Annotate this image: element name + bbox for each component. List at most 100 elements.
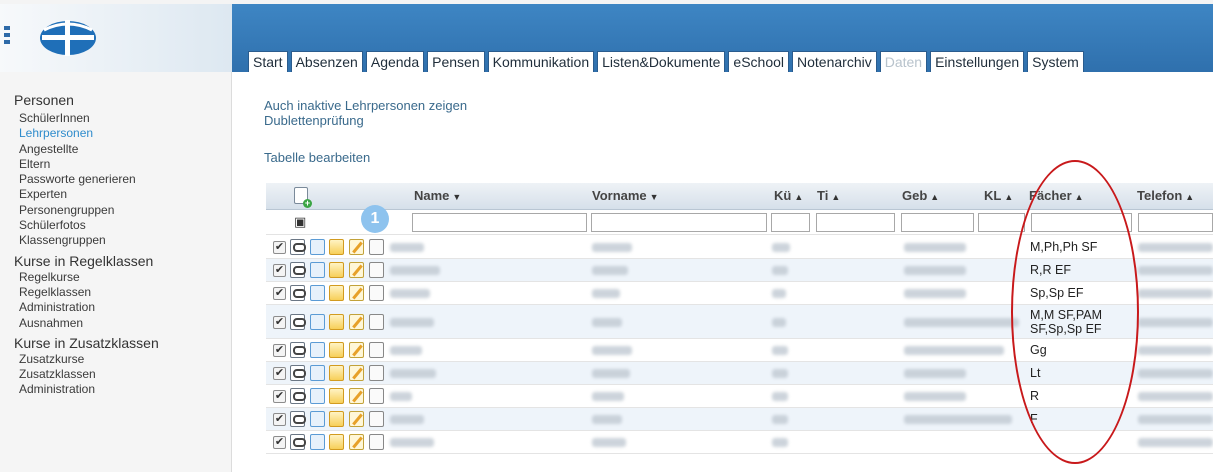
table-row[interactable]: ✔ Lt	[266, 362, 1213, 385]
col-header-geb[interactable]: Geb ▲	[902, 188, 939, 203]
sidebar-item-angestellte[interactable]: Angestellte	[0, 142, 231, 157]
table-row[interactable]: ✔ Gg	[266, 339, 1213, 362]
table-row[interactable]: ✔ R	[266, 385, 1213, 408]
document-icon[interactable]	[310, 285, 325, 301]
duplicate-check-link[interactable]: Dublettenprüfung	[264, 113, 467, 128]
folder-icon[interactable]	[329, 285, 344, 301]
document-icon[interactable]	[310, 239, 325, 255]
col-header-telefon[interactable]: Telefon ▲	[1137, 188, 1194, 203]
tab-start[interactable]: Start	[248, 51, 288, 72]
tab-agenda[interactable]: Agenda	[365, 51, 425, 72]
edit-icon[interactable]	[349, 388, 364, 404]
folder-icon[interactable]	[329, 388, 344, 404]
sidebar-item-zusatzklassen[interactable]: Zusatzklassen	[0, 367, 231, 382]
document-icon[interactable]	[310, 365, 325, 381]
tab-absenzen[interactable]: Absenzen	[290, 51, 363, 72]
edit-icon[interactable]	[349, 262, 364, 278]
row-checkbox[interactable]: ✔	[273, 344, 286, 357]
file-icon[interactable]	[369, 239, 384, 255]
tab-notenarchiv[interactable]: Notenarchiv	[792, 51, 877, 72]
file-icon[interactable]	[369, 365, 384, 381]
file-icon[interactable]	[369, 314, 384, 330]
tab-system[interactable]: System	[1027, 51, 1084, 72]
sidebar-item-schuelerinnen[interactable]: SchülerInnen	[0, 111, 231, 126]
file-icon[interactable]	[369, 342, 384, 358]
table-row[interactable]: ✔	[266, 431, 1213, 454]
document-icon[interactable]	[310, 411, 325, 427]
sidebar-item-administration-zusatz[interactable]: Administration	[0, 382, 231, 397]
col-header-name[interactable]: Name ▼	[414, 188, 461, 203]
row-checkbox[interactable]: ✔	[273, 413, 286, 426]
document-icon[interactable]	[310, 434, 325, 450]
col-header-ti[interactable]: Ti ▲	[817, 188, 840, 203]
link-icon[interactable]	[290, 411, 306, 427]
link-icon[interactable]	[290, 239, 306, 255]
edit-icon[interactable]	[349, 434, 364, 450]
link-icon[interactable]	[290, 285, 306, 301]
file-icon[interactable]	[369, 262, 384, 278]
filter-faecher[interactable]	[1031, 213, 1132, 232]
edit-icon[interactable]	[349, 239, 364, 255]
link-icon[interactable]	[290, 388, 306, 404]
sidebar-group-zusatzklassen[interactable]: Kurse in Zusatzklassen	[0, 334, 231, 352]
sidebar-group-personen[interactable]: Personen	[0, 91, 231, 109]
tab-eschool[interactable]: eSchool	[728, 51, 790, 72]
sidebar-item-regelklassen[interactable]: Regelklassen	[0, 285, 231, 300]
folder-icon[interactable]	[329, 314, 344, 330]
menu-icon[interactable]	[4, 26, 16, 46]
col-header-vorname[interactable]: Vorname ▼	[592, 188, 659, 203]
row-checkbox[interactable]: ✔	[273, 287, 286, 300]
edit-icon[interactable]	[349, 411, 364, 427]
table-row[interactable]: ✔ Sp,Sp EF	[266, 282, 1213, 305]
edit-icon[interactable]	[349, 365, 364, 381]
edit-icon[interactable]	[349, 314, 364, 330]
sidebar-item-regelkurse[interactable]: Regelkurse	[0, 270, 231, 285]
add-record-icon[interactable]	[294, 187, 312, 208]
tab-kommunikation[interactable]: Kommunikation	[487, 51, 595, 72]
folder-icon[interactable]	[329, 239, 344, 255]
folder-icon[interactable]	[329, 262, 344, 278]
show-inactive-link[interactable]: Auch inaktive Lehrpersonen zeigen	[264, 98, 467, 113]
link-icon[interactable]	[290, 342, 306, 358]
sidebar-item-lehrpersonen[interactable]: Lehrpersonen	[0, 126, 231, 141]
document-icon[interactable]	[310, 342, 325, 358]
table-row[interactable]: ✔ R,R EF	[266, 259, 1213, 282]
filter-telefon[interactable]	[1138, 213, 1213, 232]
filter-ti[interactable]	[816, 213, 895, 232]
filter-geb[interactable]	[901, 213, 974, 232]
row-checkbox[interactable]: ✔	[273, 264, 286, 277]
link-icon[interactable]	[290, 314, 306, 330]
row-checkbox[interactable]: ✔	[273, 390, 286, 403]
sidebar-item-administration[interactable]: Administration	[0, 300, 231, 315]
tab-pensen[interactable]: Pensen	[427, 51, 485, 72]
edit-icon[interactable]	[349, 285, 364, 301]
sidebar-item-passworte[interactable]: Passworte generieren	[0, 172, 231, 187]
filter-name[interactable]	[412, 213, 587, 232]
col-header-kl[interactable]: KL ▲	[984, 188, 1013, 203]
sidebar-item-schuelerfotos[interactable]: Schülerfotos	[0, 218, 231, 233]
document-icon[interactable]	[310, 262, 325, 278]
document-icon[interactable]	[310, 388, 325, 404]
col-header-ku[interactable]: Kü ▲	[774, 188, 803, 203]
edit-table-link[interactable]: Tabelle bearbeiten	[264, 150, 467, 165]
file-icon[interactable]	[369, 388, 384, 404]
row-checkbox[interactable]: ✔	[273, 241, 286, 254]
file-icon[interactable]	[369, 411, 384, 427]
folder-icon[interactable]	[329, 434, 344, 450]
sidebar-item-klassengruppen[interactable]: Klassengruppen	[0, 233, 231, 248]
col-header-faecher[interactable]: Fächer ▲	[1029, 188, 1084, 203]
link-icon[interactable]	[290, 434, 306, 450]
sidebar-item-ausnahmen[interactable]: Ausnahmen	[0, 316, 231, 331]
table-row[interactable]: ✔ M,M SF,PAM SF,Sp,Sp EF	[266, 305, 1213, 339]
tab-einstellungen[interactable]: Einstellungen	[930, 51, 1025, 72]
filter-ku[interactable]	[771, 213, 810, 232]
row-checkbox[interactable]: ✔	[273, 316, 286, 329]
row-checkbox[interactable]: ✔	[273, 367, 286, 380]
file-icon[interactable]	[369, 434, 384, 450]
row-checkbox[interactable]: ✔	[273, 436, 286, 449]
filter-kl[interactable]	[978, 213, 1025, 232]
edit-icon[interactable]	[349, 342, 364, 358]
sidebar-item-personengruppen[interactable]: Personengruppen	[0, 203, 231, 218]
sidebar-item-experten[interactable]: Experten	[0, 187, 231, 202]
filter-vorname[interactable]	[591, 213, 767, 232]
